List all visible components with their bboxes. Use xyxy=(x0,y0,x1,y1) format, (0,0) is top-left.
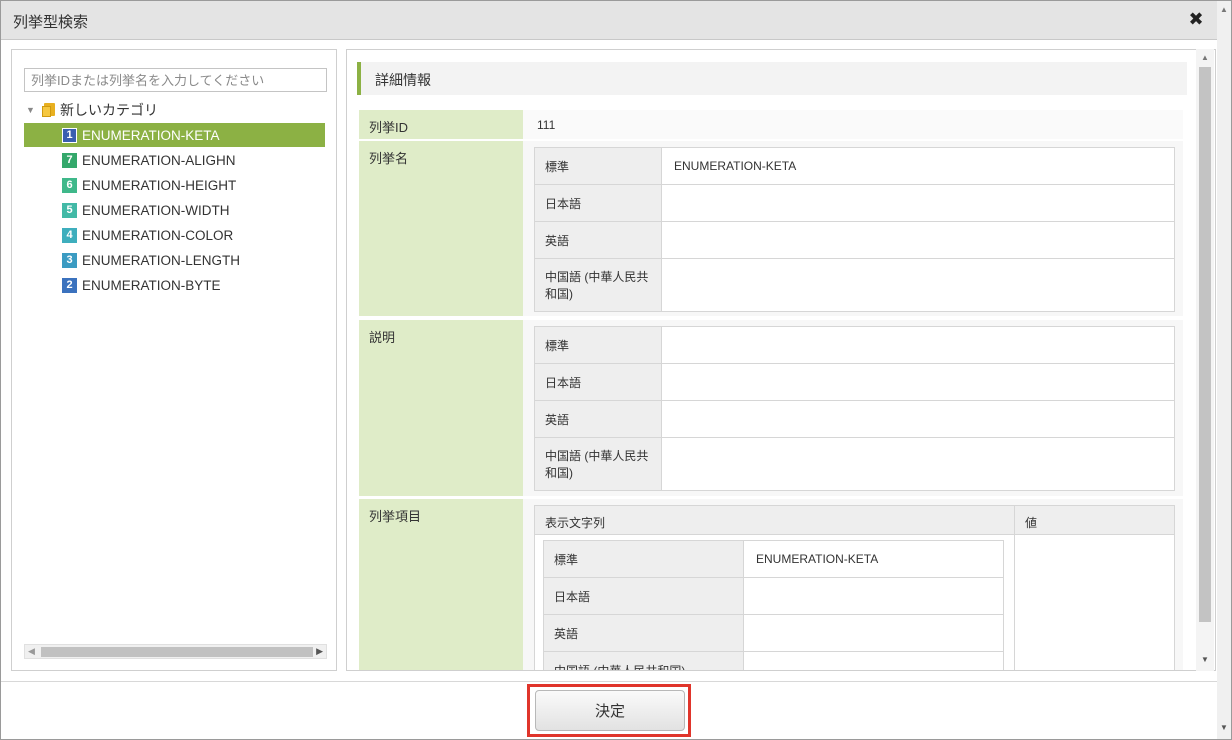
lang-row: 英語 xyxy=(543,614,1004,652)
enum-number-badge: 3 xyxy=(62,252,77,268)
scroll-left-icon[interactable]: ◀ xyxy=(28,646,35,657)
enum-name-label: 列挙名 xyxy=(359,141,523,316)
tree-item-enumeration-color[interactable]: 4 ENUMERATION-COLOR xyxy=(24,223,325,247)
tree-item-label: ENUMERATION-WIDTH xyxy=(82,202,230,218)
tree-horizontal-scrollbar[interactable]: ◀ ▶ xyxy=(24,644,327,659)
scroll-up-icon[interactable]: ▲ xyxy=(1201,53,1209,62)
lang-value[interactable] xyxy=(743,614,1004,652)
tree-item-enumeration-width[interactable]: 5 ENUMERATION-WIDTH xyxy=(24,198,325,222)
enum-number-badge: 1 xyxy=(62,127,77,143)
description-table: 標準 日本語 英語 中国語 (中華人民共和国) xyxy=(534,326,1175,491)
dialog-titlebar: 列挙型検索 ✖ xyxy=(1,1,1231,40)
lang-label: 日本語 xyxy=(534,184,662,222)
scroll-down-icon[interactable]: ▼ xyxy=(1201,655,1209,664)
lang-value[interactable] xyxy=(661,400,1175,438)
lang-label: 日本語 xyxy=(534,363,662,401)
dialog-title: 列挙型検索 xyxy=(13,14,89,31)
lang-value[interactable] xyxy=(661,326,1175,364)
tree-panel: ▼ 新しいカテゴリ 1 ENUMERATION-KETA 7 ENUMERATI… xyxy=(11,49,337,671)
tree-item-label: ENUMERATION-ALIGHN xyxy=(82,152,236,168)
lang-label: 日本語 xyxy=(543,577,744,615)
detail-vertical-scrollbar[interactable]: ▲ ▼ xyxy=(1196,49,1214,671)
tree-item-enumeration-height[interactable]: 6 ENUMERATION-HEIGHT xyxy=(24,173,325,197)
scrollbar-thumb[interactable] xyxy=(41,647,313,657)
detail-section-header: 詳細情報 xyxy=(357,62,1187,95)
tree-item-enumeration-byte[interactable]: 2 ENUMERATION-BYTE xyxy=(24,273,325,297)
lang-value[interactable]: ENUMERATION-KETA xyxy=(661,147,1175,185)
lang-row: 中国語 (中華人民共和国) xyxy=(534,437,1175,491)
tree-item-enumeration-keta[interactable]: 1 ENUMERATION-KETA xyxy=(24,123,325,147)
enum-items-label: 列挙項目 xyxy=(359,499,523,670)
search-input[interactable] xyxy=(24,68,327,92)
ok-button[interactable]: 決定 xyxy=(535,690,685,731)
lang-row: 日本語 xyxy=(534,184,1175,222)
lang-value[interactable] xyxy=(661,184,1175,222)
lang-label: 中国語 (中華人民共和国) xyxy=(534,258,662,312)
lang-row: 標準 ENUMERATION-KETA xyxy=(534,147,1175,185)
lang-label: 標準 xyxy=(534,326,662,364)
lang-value[interactable] xyxy=(661,363,1175,401)
detail-panel: 詳細情報 列挙ID 111 列挙名 標準 ENUMERATION-KETA 日本語… xyxy=(346,49,1216,671)
lang-label: 英語 xyxy=(534,221,662,259)
tree-item-label: ENUMERATION-BYTE xyxy=(82,277,221,293)
lang-row: 英語 xyxy=(534,400,1175,438)
tree-item-label: ENUMERATION-COLOR xyxy=(82,227,234,243)
lang-value[interactable] xyxy=(661,437,1175,491)
lang-row: 日本語 xyxy=(543,577,1004,615)
enum-search-dialog: 列挙型検索 ✖ ▼ 新しいカテゴリ 1 ENUMERATION-KETA 7 E… xyxy=(0,0,1232,740)
lang-label: 中国語 (中華人民共和国) xyxy=(543,651,744,670)
lang-row: 標準 xyxy=(534,326,1175,364)
lang-value[interactable]: ENUMERATION-KETA xyxy=(743,540,1004,578)
enum-number-badge: 5 xyxy=(62,202,77,218)
items-header-display: 表示文字列 xyxy=(534,505,1015,535)
lang-label: 英語 xyxy=(534,400,662,438)
tree-item-enumeration-length[interactable]: 3 ENUMERATION-LENGTH xyxy=(24,248,325,272)
enum-id-value: 111 xyxy=(523,110,1183,139)
enum-name-table: 標準 ENUMERATION-KETA 日本語 英語 中国語 (中華人民共和国) xyxy=(534,147,1175,312)
lang-row: 中国語 (中華人民共和国) xyxy=(534,258,1175,312)
lang-row: 中国語 (中華人民共和国) xyxy=(543,651,1004,670)
lang-value[interactable] xyxy=(661,258,1175,312)
scrollbar-thumb[interactable] xyxy=(1199,67,1211,622)
description-label: 説明 xyxy=(359,320,523,496)
scroll-right-icon[interactable]: ▶ xyxy=(316,646,323,657)
detail-heading: 詳細情報 xyxy=(375,72,431,88)
tree-item-label: ENUMERATION-KETA xyxy=(82,127,220,143)
lang-label: 英語 xyxy=(543,614,744,652)
enum-id-label: 列挙ID xyxy=(359,110,523,139)
enum-number-badge: 7 xyxy=(62,152,77,168)
enum-number-badge: 2 xyxy=(62,277,77,293)
lang-label: 標準 xyxy=(534,147,662,185)
scroll-up-icon[interactable]: ▲ xyxy=(1220,5,1228,14)
lang-label: 中国語 (中華人民共和国) xyxy=(534,437,662,491)
lang-row: 英語 xyxy=(534,221,1175,259)
tree-category-root[interactable]: ▼ 新しいカテゴリ xyxy=(26,100,158,120)
tree-item-label: ENUMERATION-LENGTH xyxy=(82,252,241,268)
tree-item-enumeration-alighn[interactable]: 7 ENUMERATION-ALIGHN xyxy=(24,148,325,172)
lang-value[interactable] xyxy=(661,221,1175,259)
close-icon[interactable]: ✖ xyxy=(1187,9,1205,29)
lang-label: 標準 xyxy=(543,540,744,578)
lang-value[interactable] xyxy=(743,651,1004,670)
items-value-cell xyxy=(1014,534,1175,670)
tree-category-label: 新しいカテゴリ xyxy=(60,102,158,118)
footer-divider xyxy=(1,681,1217,682)
enum-number-badge: 4 xyxy=(62,227,77,243)
folder-icon xyxy=(42,103,56,117)
tree-item-label: ENUMERATION-HEIGHT xyxy=(82,177,237,193)
lang-row: 標準 ENUMERATION-KETA xyxy=(543,540,1004,578)
lang-row: 日本語 xyxy=(534,363,1175,401)
dialog-vertical-scrollbar[interactable]: ▲ ▼ xyxy=(1217,1,1231,739)
tree-collapse-icon[interactable]: ▼ xyxy=(26,105,38,115)
enum-item-table: 標準 ENUMERATION-KETA 日本語 英語 中国語 (中華人民共和国) xyxy=(543,540,1004,670)
scroll-down-icon[interactable]: ▼ xyxy=(1220,723,1228,732)
items-header-value: 値 xyxy=(1014,505,1175,535)
enum-number-badge: 6 xyxy=(62,177,77,193)
lang-value[interactable] xyxy=(743,577,1004,615)
